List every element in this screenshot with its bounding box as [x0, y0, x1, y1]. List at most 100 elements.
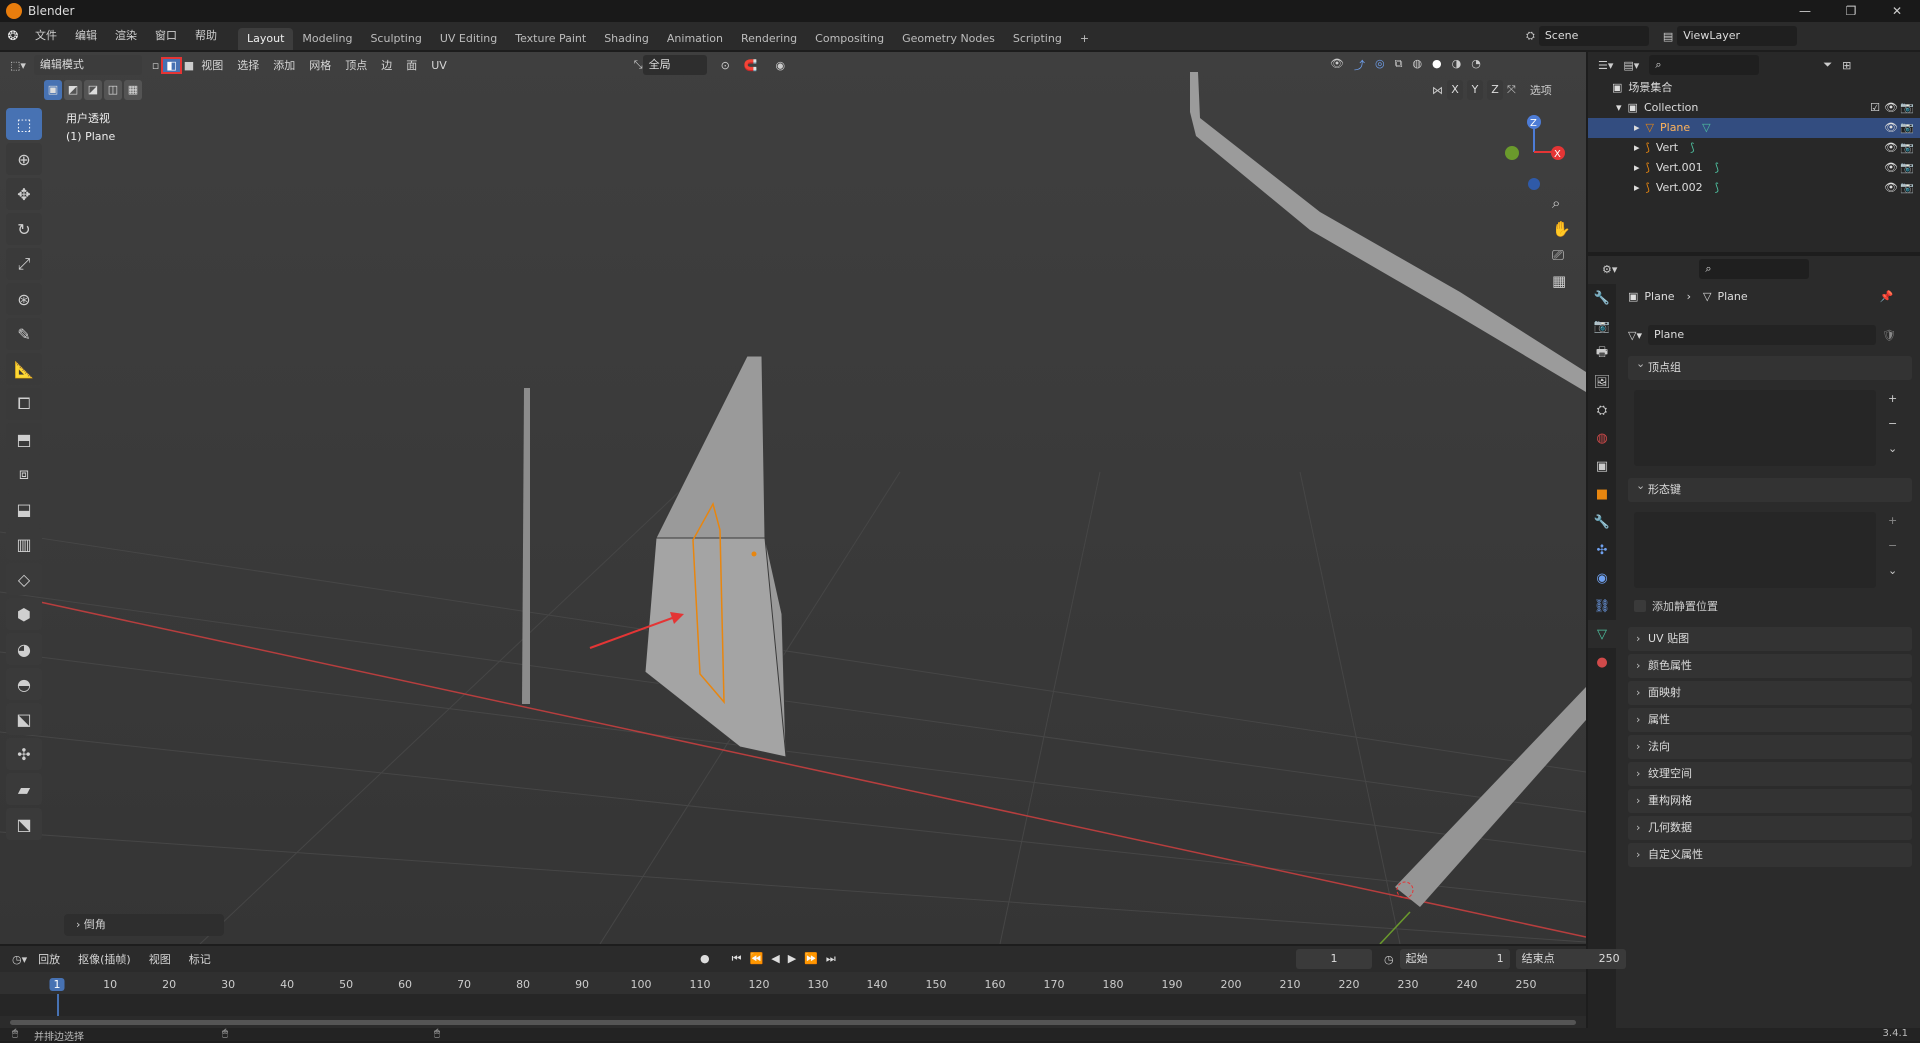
menu-select[interactable]: 选择	[230, 57, 266, 73]
scene-field[interactable]: Scene	[1538, 26, 1649, 46]
filter-icon[interactable]: ⏷	[1823, 58, 1832, 72]
mirror-z-toggle[interactable]: Z	[1487, 80, 1503, 100]
constraints-tab-icon[interactable]: ⛓	[1588, 592, 1616, 620]
shape-key-menu-icon[interactable]: ⌄	[1888, 564, 1897, 577]
play-reverse-icon[interactable]: ◀	[771, 952, 779, 966]
expand-icon[interactable]: ▸	[1634, 138, 1640, 158]
menu-uv[interactable]: UV	[424, 59, 454, 72]
tab-animation[interactable]: Animation	[658, 28, 732, 50]
jump-start-icon[interactable]: ⏮	[732, 952, 742, 966]
tool-tab-icon[interactable]: 🔧	[1588, 284, 1616, 312]
record-icon[interactable]: ●	[700, 952, 710, 966]
menu-edit[interactable]: 编辑	[66, 22, 106, 50]
outliner-search[interactable]: ⌕	[1649, 55, 1760, 75]
select-intersect-icon[interactable]: ▦	[124, 80, 142, 100]
select-invert-icon[interactable]: ◫	[104, 80, 122, 100]
physics-tab-icon[interactable]: ◉	[1588, 564, 1616, 592]
curve-data-icon[interactable]: ⟆	[1690, 138, 1694, 158]
attributes-panel[interactable]: 属性	[1628, 708, 1912, 732]
minimize-icon[interactable]: —	[1782, 0, 1828, 22]
extrude-tool[interactable]: ⬒	[6, 423, 42, 455]
face-select-mode-icon[interactable]: ■	[184, 59, 194, 72]
mesh-name-field[interactable]: Plane	[1647, 325, 1876, 345]
tab-compositing[interactable]: Compositing	[806, 28, 893, 50]
timeline-editor-icon[interactable]: ◷▾	[12, 953, 27, 966]
properties-editor-icon[interactable]: ⚙▾	[1602, 263, 1617, 276]
menu-help[interactable]: 帮助	[186, 22, 226, 50]
menu-file[interactable]: 文件	[26, 22, 66, 50]
geometry-data-panel[interactable]: 几何数据	[1628, 816, 1912, 840]
remesh-panel[interactable]: 重构网格	[1628, 789, 1912, 813]
menu-vertex[interactable]: 顶点	[338, 57, 374, 73]
remove-vertex-group-button[interactable]: −	[1888, 417, 1897, 430]
tab-modeling[interactable]: Modeling	[293, 28, 361, 50]
uv-maps-panel[interactable]: UV 贴图	[1628, 627, 1912, 651]
add-cube-tool[interactable]: ⧠	[6, 388, 42, 420]
wireframe-shading-icon[interactable]: ◍	[1412, 57, 1422, 73]
scene-collection-row[interactable]: ▣ 场景集合	[1588, 78, 1920, 98]
menu-edge[interactable]: 边	[374, 57, 399, 73]
scale-tool[interactable]: ⤢	[6, 248, 42, 280]
new-collection-icon[interactable]: ⊞	[1842, 59, 1851, 72]
cursor-tool[interactable]: ⊕	[6, 143, 42, 175]
menu-mesh[interactable]: 网格	[302, 57, 338, 73]
collection-row[interactable]: ▾ ▣ Collection ☑ 👁 📷	[1588, 98, 1920, 118]
navigation-gizmo[interactable]: Z X	[1500, 112, 1580, 192]
outliner-item[interactable]: ▸ ⟆ Vert.001 ⟆ 👁 📷	[1588, 158, 1920, 178]
blender-menu-icon[interactable]: ❂	[0, 29, 26, 44]
jump-end-icon[interactable]: ⏭	[826, 952, 836, 966]
restore-icon[interactable]: ❐	[1828, 0, 1874, 22]
include-checkbox[interactable]: ☑	[1870, 98, 1880, 118]
hide-eye-icon[interactable]: 👁	[1884, 138, 1898, 158]
next-keyframe-icon[interactable]: ⏩	[804, 952, 818, 966]
data-tab-icon[interactable]: ▽	[1588, 620, 1616, 648]
shape-keys-list[interactable]	[1634, 512, 1876, 588]
3d-viewport[interactable]: 用户透视 (1) Plane Z X ⌕ ✋ ⎚ ▦ › 倒角	[0, 52, 1586, 944]
knife-tool[interactable]: ◇	[6, 563, 42, 595]
custom-properties-panel[interactable]: 自定义属性	[1628, 843, 1912, 867]
add-shape-key-button[interactable]: +	[1888, 514, 1897, 527]
outliner-item[interactable]: ▸ ▽ Plane ▽ 👁 📷	[1588, 118, 1920, 138]
menu-markers[interactable]: 标记	[182, 951, 218, 967]
frame-ruler[interactable]: 1 10 20 30 40 50 60 70 80 90 100 110 120 130 140 150 160…	[0, 972, 1586, 994]
select-box-tool[interactable]: ⬚	[6, 108, 42, 140]
close-icon[interactable]: ✕	[1874, 0, 1920, 22]
camera-view-icon[interactable]: ⎚	[1552, 246, 1571, 264]
mesh-data-icon[interactable]: ▽	[1702, 118, 1710, 138]
current-frame-field[interactable]: 1	[1296, 949, 1372, 969]
particles-tab-icon[interactable]: ✣	[1588, 536, 1616, 564]
shear-tool[interactable]: ▰	[6, 773, 42, 805]
outliner-editor-icon[interactable]: ☰▾	[1598, 59, 1613, 72]
output-tab-icon[interactable]: 🖶	[1588, 340, 1616, 368]
select-new-icon[interactable]: ▣	[44, 80, 62, 100]
rip-tool[interactable]: ⬔	[6, 808, 42, 840]
menu-add[interactable]: 添加	[266, 57, 302, 73]
editor-type-icon[interactable]: ⬚▾	[10, 59, 26, 72]
display-mode-icon[interactable]: ▤▾	[1623, 59, 1639, 72]
viewport-scene[interactable]	[0, 52, 1586, 944]
ortho-grid-icon[interactable]: ▦	[1552, 272, 1571, 290]
bevel-tool[interactable]: ⬓	[6, 493, 42, 525]
inset-tool[interactable]: ⧈	[6, 458, 42, 490]
render-camera-icon[interactable]: 📷	[1900, 178, 1914, 198]
auto-merge-icon[interactable]: ⤧	[1507, 83, 1516, 97]
render-camera-icon[interactable]: 📷	[1900, 138, 1914, 158]
poly-build-tool[interactable]: ⬢	[6, 598, 42, 630]
hide-eye-icon[interactable]: 👁	[1884, 98, 1898, 118]
overlays-icon[interactable]: ◎	[1375, 57, 1385, 73]
gizmo-toggle-icon[interactable]: ⤴	[1354, 57, 1365, 73]
render-tab-icon[interactable]: 📷	[1588, 312, 1616, 340]
rendered-shading-icon[interactable]: ◔	[1471, 57, 1481, 73]
face-maps-panel[interactable]: 面映射	[1628, 681, 1912, 705]
vertex-select-mode-icon[interactable]: ▫	[152, 59, 159, 72]
preview-range-icon[interactable]: ◷	[1384, 953, 1394, 966]
vertex-groups-panel[interactable]: 顶点组	[1628, 352, 1912, 380]
view-layer-icon[interactable]: ▤	[1663, 30, 1673, 43]
pivot-icon[interactable]: ⊙	[721, 59, 730, 72]
annotate-tool[interactable]: ✎	[6, 318, 42, 350]
tab-shading[interactable]: Shading	[595, 28, 658, 50]
hide-eye-icon[interactable]: 👁	[1884, 118, 1898, 138]
view-layer-tab-icon[interactable]: 🖼	[1588, 368, 1616, 396]
vertex-group-menu-icon[interactable]: ⌄	[1888, 442, 1897, 455]
mirror-x-toggle[interactable]: X	[1447, 80, 1463, 100]
